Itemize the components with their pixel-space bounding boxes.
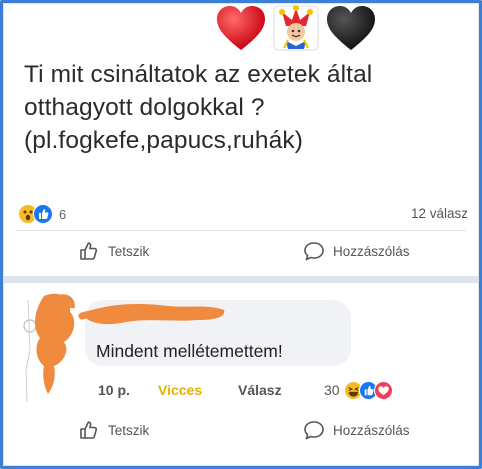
black-heart-icon [327, 6, 375, 50]
post-reaction-count: 6 [59, 206, 67, 222]
comment-reaction-count[interactable]: 30 [324, 382, 340, 398]
comment-like-label: Tetszik [108, 422, 150, 438]
post-like-label: Tetszik [108, 243, 150, 259]
comment-reaction-button[interactable]: Vicces [158, 382, 238, 398]
post-text: Ti mit csináltatok az exetek által ottha… [24, 58, 464, 157]
red-heart-icon [217, 6, 265, 50]
post-divider [16, 230, 466, 231]
love-reaction-icon [373, 380, 393, 400]
avatar[interactable] [14, 290, 86, 402]
comment-bubble-icon [304, 421, 324, 440]
like-thumb-icon [80, 421, 98, 439]
comment-text: Mindent mellétemettem! [96, 341, 283, 361]
comment-time[interactable]: 10 p. [98, 382, 158, 398]
like-thumb-icon [80, 242, 98, 260]
post-comment-button[interactable]: Hozzászólás [303, 240, 410, 262]
like-reaction-icon [33, 204, 53, 224]
post-line-1: Ti mit csináltatok az exetek által [24, 61, 373, 88]
comment-reactions[interactable] [343, 380, 393, 400]
comment-comment-label: Hozzászólás [333, 422, 410, 438]
post-line-2: otthagyott dolgokkal ? [24, 94, 265, 121]
name-scribble [78, 304, 225, 325]
post-like-button[interactable]: Tetszik [78, 240, 149, 262]
post-comment-label: Hozzászólás [333, 243, 410, 259]
jester-icon [273, 5, 319, 51]
replies-count[interactable]: 12 válasz [411, 206, 468, 221]
comment-meta: 10 p. Vicces Válasz 30 [98, 379, 393, 401]
comment-like-button[interactable]: Tetszik [78, 419, 149, 441]
post-line-3: (pl.fogkefe,papucs,ruhák) [24, 127, 303, 154]
post-reactions[interactable]: 6 [18, 203, 66, 225]
comment-bubble-icon [304, 242, 324, 261]
comment-reply-button[interactable]: Válasz [238, 382, 324, 398]
comment-comment-button[interactable]: Hozzászólás [303, 419, 410, 441]
emoji-row [215, 4, 380, 56]
